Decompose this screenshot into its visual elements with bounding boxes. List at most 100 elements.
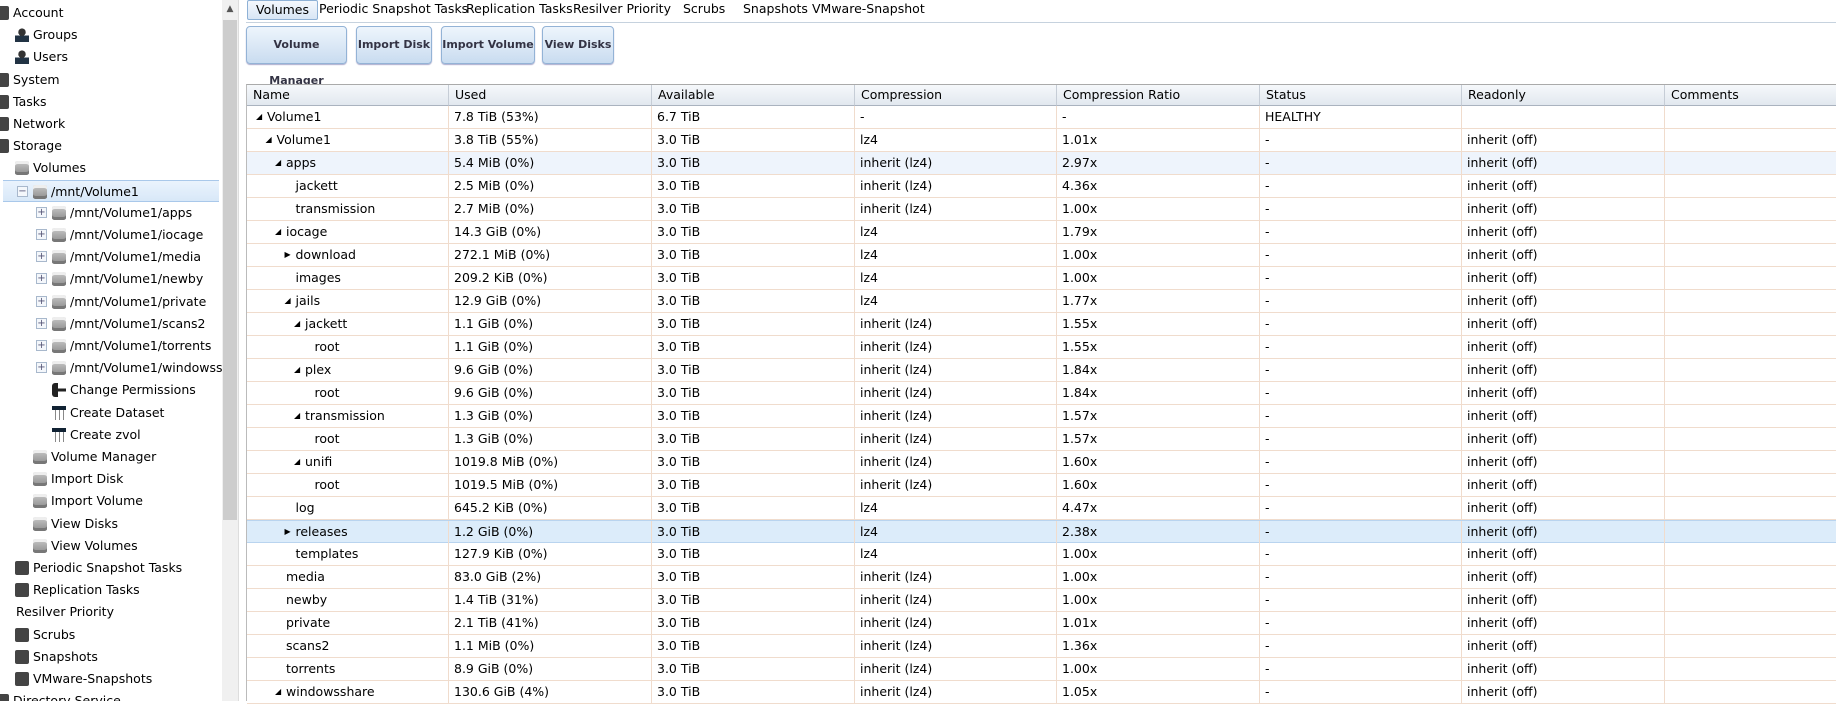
- collapsed-arrow-icon[interactable]: ▶: [285, 244, 291, 266]
- table-row[interactable]: ◢ jails 12.9 GiB (0%) 3.0 TiB lz4 1.77x - inher…: [247, 290, 1836, 313]
- sidebar-item-import-disk[interactable]: Import Disk: [0, 468, 220, 490]
- column-header-status[interactable]: Status: [1260, 85, 1462, 106]
- expand-icon[interactable]: +: [36, 362, 47, 374]
- sidebar-item-directory-service[interactable]: Directory Service: [0, 690, 220, 701]
- tab-volumes[interactable]: Volumes: [247, 0, 319, 20]
- table-row[interactable]: media 83.0 GiB (2%) 3.0 TiB inherit (lz4) 1.…: [247, 566, 1836, 589]
- expand-icon[interactable]: +: [36, 229, 47, 240]
- table-row[interactable]: scans2 1.1 MiB (0%) 3.0 TiB inherit (lz4) 1.…: [247, 635, 1836, 658]
- table-row[interactable]: ▶ download 272.1 MiB (0%) 3.0 TiB lz4 1.00x - i…: [247, 244, 1836, 267]
- sidebar-item-network[interactable]: Network: [0, 113, 220, 135]
- sidebar-item-volumes[interactable]: Volumes: [0, 157, 220, 179]
- sidebar-item-mnt-volume1-scans2[interactable]: + /mnt/Volume1/scans2: [0, 313, 220, 335]
- expanded-arrow-icon[interactable]: ◢: [294, 313, 300, 335]
- sidebar-item-create-dataset[interactable]: Create Dataset: [0, 402, 220, 424]
- table-row[interactable]: jackett 2.5 MiB (0%) 3.0 TiB inherit (lz4) 4…: [247, 175, 1836, 198]
- sidebar-item-mnt-volume1-newby[interactable]: + /mnt/Volume1/newby: [0, 268, 220, 290]
- sidebar-item-replication-tasks[interactable]: Replication Tasks: [0, 579, 220, 601]
- expanded-arrow-icon[interactable]: ◢: [275, 221, 281, 243]
- column-header-available[interactable]: Available: [652, 85, 855, 106]
- sidebar-item-mnt-volume1-windowsshare[interactable]: + /mnt/Volume1/windowsshare: [0, 357, 238, 379]
- expanded-arrow-icon[interactable]: ◢: [294, 451, 300, 473]
- table-row[interactable]: ◢ apps 5.4 MiB (0%) 3.0 TiB inherit (lz4) 2.9…: [247, 152, 1836, 175]
- expanded-arrow-icon[interactable]: ◢: [256, 106, 262, 128]
- expand-icon[interactable]: +: [36, 317, 47, 329]
- expanded-arrow-icon[interactable]: ◢: [294, 405, 300, 427]
- import-disk-button[interactable]: Import Disk: [356, 26, 432, 64]
- expanded-arrow-icon[interactable]: ◢: [275, 681, 281, 703]
- table-row[interactable]: torrents 8.9 GiB (0%) 3.0 TiB inherit (lz4)…: [247, 658, 1836, 681]
- sidebar-item-mnt-volume1-iocage[interactable]: + /mnt/Volume1/iocage: [0, 224, 220, 246]
- sidebar-item-account[interactable]: Account: [0, 2, 220, 24]
- sidebar-item-vmware-snapshots[interactable]: VMware-Snapshots: [0, 668, 220, 690]
- tab-resilver-priority[interactable]: Resilver Priority: [573, 0, 671, 20]
- table-row[interactable]: ◢ plex 9.6 GiB (0%) 3.0 TiB inherit (lz4) 1.8…: [247, 359, 1836, 382]
- column-header-comments[interactable]: Comments: [1665, 85, 1836, 106]
- sidebar-item-snapshots[interactable]: Snapshots: [0, 646, 220, 668]
- table-row[interactable]: ◢ Volume1 3.8 TiB (55%) 3.0 TiB lz4 1.01x - inh…: [247, 129, 1836, 152]
- sidebar-item-view-volumes[interactable]: View Volumes: [0, 535, 220, 557]
- sidebar-item-import-volume[interactable]: Import Volume: [0, 490, 220, 512]
- tab-replication-tasks[interactable]: Replication Tasks: [466, 0, 573, 20]
- table-row[interactable]: images 209.2 KiB (0%) 3.0 TiB lz4 1.00x - inhe…: [247, 267, 1836, 290]
- table-row[interactable]: transmission 2.7 MiB (0%) 3.0 TiB inherit (…: [247, 198, 1836, 221]
- collapse-icon[interactable]: −: [17, 185, 28, 197]
- column-header-name[interactable]: Name: [247, 85, 449, 106]
- sidebar-item-mnt-volume1-private[interactable]: + /mnt/Volume1/private: [0, 291, 220, 313]
- sidebar-item-volume-manager[interactable]: Volume Manager: [0, 446, 220, 468]
- table-row[interactable]: root 1.1 GiB (0%) 3.0 TiB inherit (lz4) 1.55…: [247, 336, 1836, 359]
- table-row[interactable]: ◢ iocage 14.3 GiB (0%) 3.0 TiB lz4 1.79x - inhe…: [247, 221, 1836, 244]
- sidebar-item-resilver-priority[interactable]: Resilver Priority: [0, 601, 220, 623]
- table-row[interactable]: ◢ transmission 1.3 GiB (0%) 3.0 TiB inherit …: [247, 405, 1836, 428]
- column-header-compression-ratio[interactable]: Compression Ratio: [1057, 85, 1260, 106]
- sidebar-item-scrubs[interactable]: Scrubs: [0, 624, 220, 646]
- tab-vmware-snapshot[interactable]: VMware-Snapshot: [812, 0, 925, 20]
- table-row[interactable]: ▶ releases 1.2 GiB (0%) 3.0 TiB lz4 2.38x - inh…: [247, 520, 1836, 543]
- sidebar-item-view-disks[interactable]: View Disks: [0, 513, 220, 535]
- column-header-used[interactable]: Used: [449, 85, 652, 106]
- expanded-arrow-icon[interactable]: ◢: [275, 152, 281, 174]
- table-row[interactable]: newby 1.4 TiB (31%) 3.0 TiB inherit (lz4) 1.…: [247, 589, 1836, 612]
- sidebar-item-tasks[interactable]: Tasks: [0, 91, 220, 113]
- sidebar-item-change-permissions[interactable]: Change Permissions: [0, 379, 220, 401]
- expanded-arrow-icon[interactable]: ◢: [285, 290, 291, 312]
- table-row[interactable]: ◢ Volume1 7.8 TiB (53%) 6.7 TiB - - HEALTHY: [247, 106, 1836, 129]
- column-header-readonly[interactable]: Readonly: [1462, 85, 1665, 106]
- collapsed-arrow-icon[interactable]: ▶: [285, 521, 291, 543]
- tab-scrubs[interactable]: Scrubs: [683, 0, 725, 20]
- sidebar-item-mnt-volume1-media[interactable]: + /mnt/Volume1/media: [0, 246, 220, 268]
- expand-icon[interactable]: +: [36, 273, 47, 285]
- expanded-arrow-icon[interactable]: ◢: [294, 359, 300, 381]
- pane-splitter[interactable]: [238, 0, 246, 701]
- sidebar-item-periodic-snapshot-tasks[interactable]: Periodic Snapshot Tasks: [0, 557, 220, 579]
- expand-icon[interactable]: +: [36, 340, 47, 351]
- sidebar-item-users[interactable]: Users: [0, 46, 220, 68]
- expand-icon[interactable]: +: [36, 251, 47, 263]
- table-row[interactable]: root 1.3 GiB (0%) 3.0 TiB inherit (lz4) 1.57…: [247, 428, 1836, 451]
- table-row[interactable]: ◢ jackett 1.1 GiB (0%) 3.0 TiB inherit (lz4)…: [247, 313, 1836, 336]
- tab-periodic-snapshot-tasks[interactable]: Periodic Snapshot Tasks: [319, 0, 468, 20]
- view-disks-button[interactable]: View Disks: [542, 26, 614, 64]
- table-row[interactable]: root 9.6 GiB (0%) 3.0 TiB inherit (lz4) 1.84…: [247, 382, 1836, 405]
- expand-icon[interactable]: +: [36, 206, 47, 218]
- scroll-up-arrow-icon[interactable]: ▲: [222, 0, 238, 18]
- sidebar-item-mnt-volume1-apps[interactable]: + /mnt/Volume1/apps: [0, 202, 220, 224]
- volume-manager-button[interactable]: Volume Manager: [246, 26, 347, 87]
- expand-icon[interactable]: +: [36, 295, 47, 307]
- table-row[interactable]: private 2.1 TiB (41%) 3.0 TiB inherit (lz4)…: [247, 612, 1836, 635]
- sidebar-item-mnt-volume1[interactable]: − /mnt/Volume1: [3, 179, 219, 202]
- table-row[interactable]: root 1019.5 MiB (0%) 3.0 TiB inherit (lz4) 1…: [247, 474, 1836, 497]
- sidebar-item-mnt-volume1-torrents[interactable]: + /mnt/Volume1/torrents: [0, 335, 220, 357]
- sidebar-scrollbar-thumb[interactable]: [223, 20, 237, 520]
- table-row[interactable]: ◢ unifi 1019.8 MiB (0%) 3.0 TiB inherit (lz4…: [247, 451, 1836, 474]
- table-row[interactable]: templates 127.9 KiB (0%) 3.0 TiB lz4 1.00x - i…: [247, 543, 1836, 566]
- sidebar-item-storage[interactable]: Storage: [0, 135, 220, 157]
- expanded-arrow-icon[interactable]: ◢: [266, 129, 272, 151]
- table-row[interactable]: log 645.2 KiB (0%) 3.0 TiB lz4 4.47x - inherit…: [247, 497, 1836, 520]
- import-volume-button[interactable]: Import Volume: [441, 26, 535, 64]
- sidebar-item-create-zvol[interactable]: Create zvol: [0, 424, 220, 446]
- sidebar-item-groups[interactable]: Groups: [0, 24, 220, 46]
- sidebar-item-system[interactable]: System: [0, 69, 220, 91]
- tab-snapshots[interactable]: Snapshots: [743, 0, 808, 20]
- column-header-compression[interactable]: Compression: [855, 85, 1057, 106]
